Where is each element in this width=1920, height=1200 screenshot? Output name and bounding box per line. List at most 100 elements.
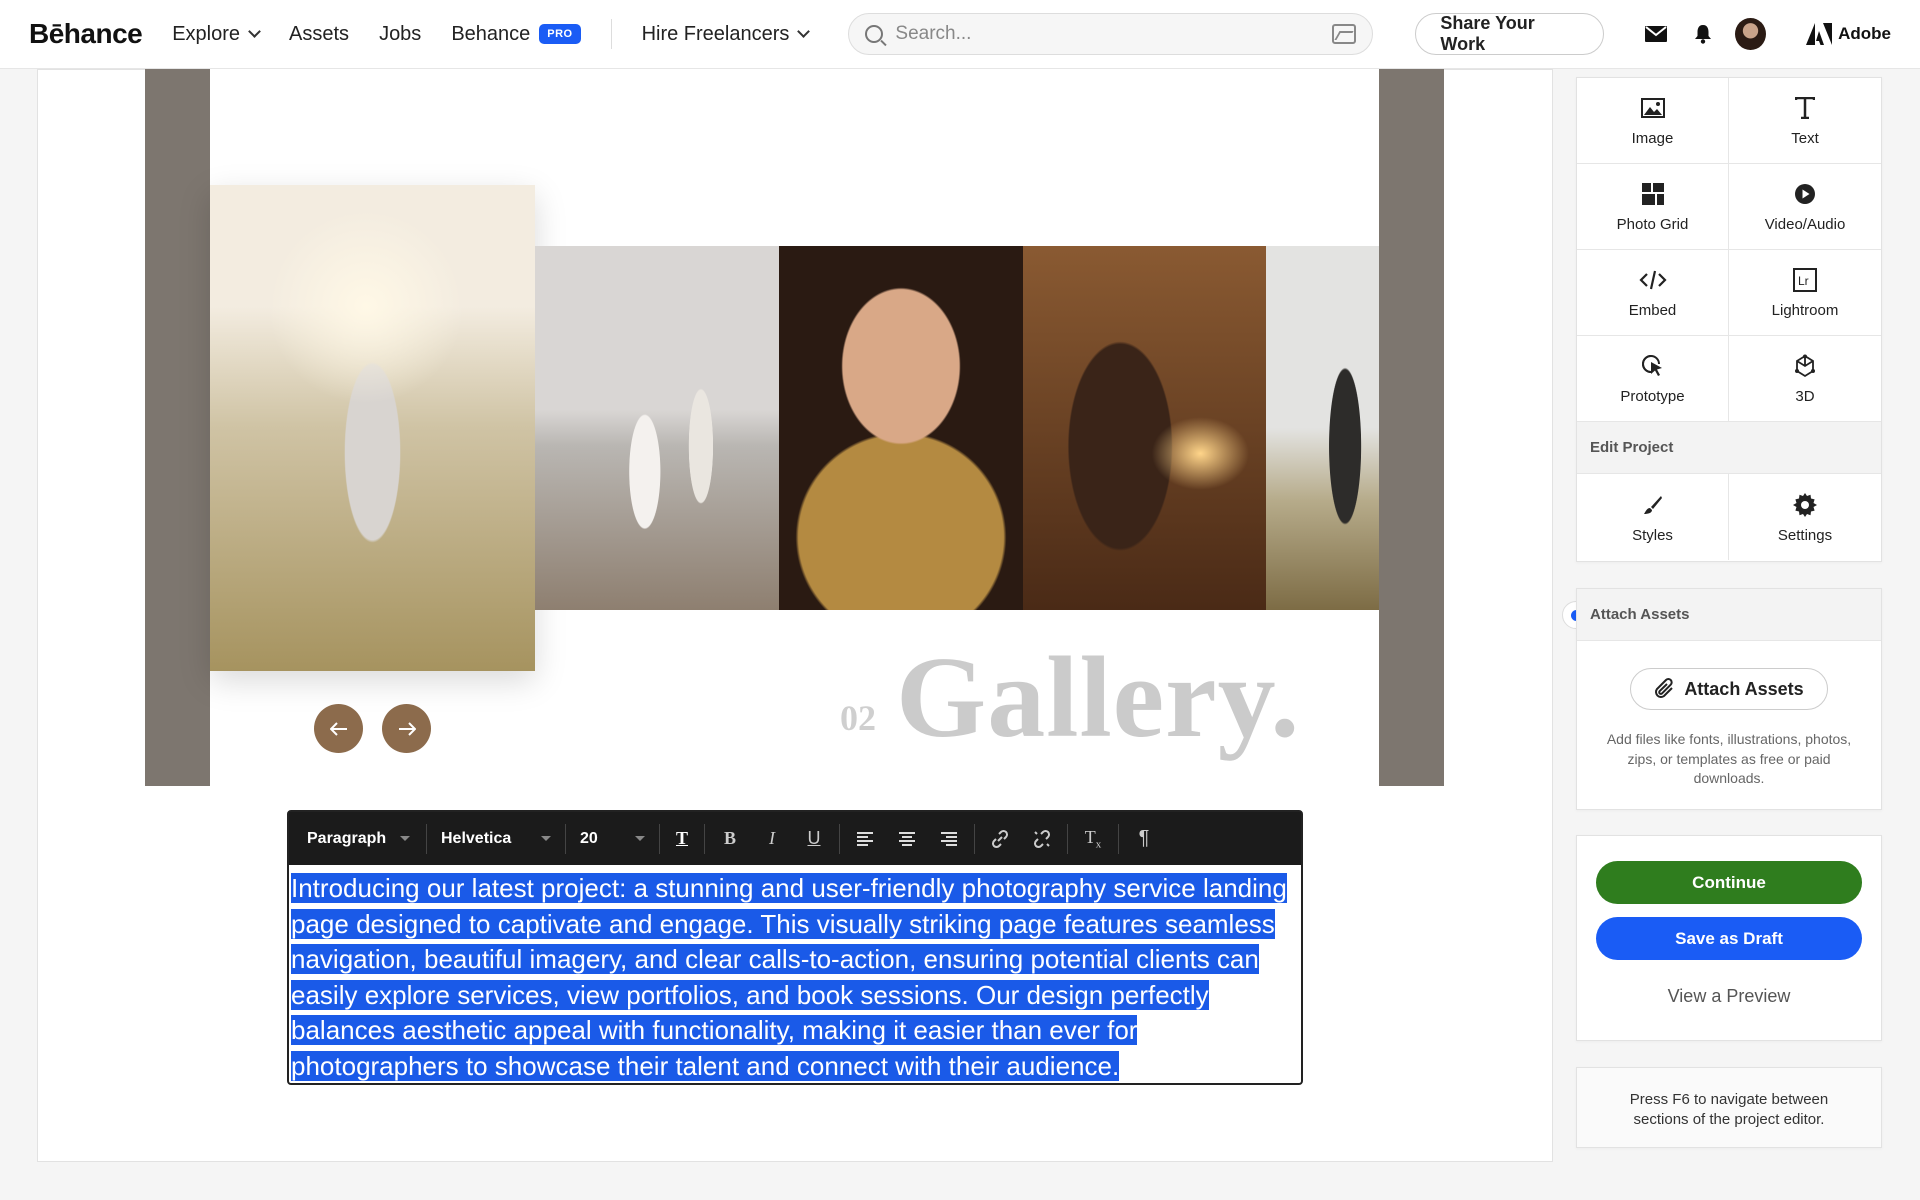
text-toolbar: Paragraph Helvetica 20 T B I U Tx ¶ bbox=[289, 812, 1301, 865]
keyboard-hint-card: Press F6 to navigate between sections of… bbox=[1576, 1067, 1882, 1148]
paperclip-icon bbox=[1655, 678, 1674, 698]
nav-behance-pro[interactable]: Behance PRO bbox=[451, 22, 581, 46]
block-type-select[interactable]: Paragraph bbox=[297, 812, 422, 865]
view-preview-link[interactable]: View a Preview bbox=[1577, 986, 1881, 1007]
behance-logo[interactable]: Bēhance bbox=[29, 18, 143, 50]
caret-down-icon bbox=[635, 836, 645, 841]
paragraph-text[interactable]: Introducing our latest project: a stunni… bbox=[289, 865, 1301, 1084]
tool-label: Prototype bbox=[1620, 388, 1685, 405]
add-content-panel: Image Text Photo Grid Video/Audio Embed … bbox=[1576, 77, 1882, 562]
underline-icon[interactable]: U bbox=[793, 812, 835, 865]
adobe-label: Adobe bbox=[1838, 24, 1891, 43]
text-icon bbox=[1795, 94, 1815, 122]
nav-behance-label: Behance bbox=[451, 22, 531, 45]
attach-assets-card: Attach Assets Attach Assets Add files li… bbox=[1576, 588, 1882, 810]
align-center-icon[interactable] bbox=[886, 812, 928, 865]
link-icon[interactable] bbox=[979, 812, 1021, 865]
save-draft-button[interactable]: Save as Draft bbox=[1596, 917, 1862, 960]
arrow-left-icon bbox=[329, 721, 347, 736]
tool-label: Photo Grid bbox=[1616, 216, 1689, 233]
bold-icon[interactable]: B bbox=[709, 812, 751, 865]
nav-explore[interactable]: Explore bbox=[172, 22, 261, 46]
party-photo bbox=[1023, 246, 1266, 610]
nav-jobs[interactable]: Jobs bbox=[379, 23, 421, 46]
attach-assets-button[interactable]: Attach Assets bbox=[1630, 668, 1828, 710]
tool-text[interactable]: Text bbox=[1729, 78, 1881, 164]
italic-icon[interactable]: I bbox=[751, 812, 793, 865]
font-size-select[interactable]: 20 bbox=[570, 812, 655, 865]
toolbar-divider bbox=[839, 823, 840, 854]
search-icon bbox=[865, 25, 884, 43]
nav-assets[interactable]: Assets bbox=[289, 23, 349, 46]
toolbar-divider bbox=[565, 823, 566, 854]
paragraph-direction-icon[interactable]: ¶ bbox=[1123, 812, 1165, 865]
nav-explore-label: Explore bbox=[172, 22, 241, 45]
image-search-icon[interactable] bbox=[1332, 24, 1357, 44]
attach-assets-label: Attach Assets bbox=[1684, 678, 1804, 699]
toolbar-divider bbox=[1067, 823, 1068, 854]
brush-icon bbox=[1643, 491, 1663, 519]
edit-project-header: Edit Project bbox=[1577, 422, 1881, 474]
settings-label: Settings bbox=[1777, 526, 1833, 544]
nav-hire-freelancers[interactable]: Hire Freelancers bbox=[641, 22, 811, 46]
tool-3d[interactable]: 3D bbox=[1729, 336, 1881, 422]
photo-grid-icon bbox=[1641, 180, 1664, 208]
tool-image[interactable]: Image bbox=[1577, 78, 1729, 164]
gear-icon bbox=[1793, 491, 1817, 519]
caret-down-icon bbox=[541, 836, 551, 841]
caret-down-icon bbox=[400, 836, 411, 841]
clear-format-icon[interactable]: Tx bbox=[1072, 812, 1114, 865]
tool-embed[interactable]: Embed bbox=[1577, 250, 1729, 336]
font-family-value: Helvetica bbox=[441, 829, 512, 847]
tool-label: Video/Audio bbox=[1764, 216, 1846, 233]
lightroom-icon: Lr bbox=[1793, 266, 1817, 294]
tool-photo-grid[interactable]: Photo Grid bbox=[1577, 164, 1729, 250]
search-input[interactable]: Search... bbox=[848, 13, 1374, 55]
styles-button[interactable]: Styles bbox=[1577, 474, 1729, 560]
attach-assets-description: Add files like fonts, illustrations, pho… bbox=[1606, 731, 1852, 786]
text-color-icon[interactable]: T bbox=[664, 812, 700, 865]
user-avatar[interactable] bbox=[1735, 18, 1767, 50]
toolbar-divider bbox=[1118, 823, 1119, 854]
toolbar-divider bbox=[426, 823, 427, 854]
3d-icon bbox=[1793, 352, 1817, 380]
mail-icon[interactable] bbox=[1644, 21, 1669, 47]
nav-divider bbox=[610, 19, 612, 49]
text-editor[interactable]: Paragraph Helvetica 20 T B I U Tx ¶ Intr… bbox=[287, 810, 1303, 1085]
nav-hire-label: Hire Freelancers bbox=[641, 22, 790, 45]
tool-label: Embed bbox=[1628, 302, 1677, 319]
tool-video-audio[interactable]: Video/Audio bbox=[1729, 164, 1881, 250]
gallery-prev-button[interactable] bbox=[314, 704, 363, 753]
align-left-icon[interactable] bbox=[844, 812, 886, 865]
notification-bell-icon[interactable] bbox=[1690, 21, 1715, 47]
gallery-title: Gallery. bbox=[896, 634, 1301, 762]
font-family-select[interactable]: Helvetica bbox=[431, 812, 561, 865]
settings-button[interactable]: Settings bbox=[1729, 474, 1881, 560]
tool-lightroom[interactable]: Lr Lightroom bbox=[1729, 250, 1881, 336]
selected-text: Introducing our latest project: a stunni… bbox=[291, 873, 1287, 1081]
edit-project-grid: Styles Settings bbox=[1577, 474, 1881, 560]
attach-assets-header: Attach Assets bbox=[1577, 589, 1881, 641]
image-icon bbox=[1640, 94, 1665, 122]
code-icon bbox=[1638, 266, 1667, 294]
share-your-work-button[interactable]: Share Your Work bbox=[1415, 13, 1604, 55]
align-right-icon[interactable] bbox=[928, 812, 970, 865]
adobe-logo-icon bbox=[1806, 23, 1833, 45]
publish-card: Continue Save as Draft View a Preview bbox=[1576, 835, 1882, 1041]
chevron-down-icon bbox=[248, 25, 261, 38]
prototype-icon bbox=[1641, 352, 1665, 380]
tool-prototype[interactable]: Prototype bbox=[1577, 336, 1729, 422]
gallery-next-button[interactable] bbox=[382, 704, 431, 753]
font-size-value: 20 bbox=[580, 829, 598, 847]
adobe-link[interactable]: Adobe bbox=[1806, 23, 1891, 45]
svg-text:Lr: Lr bbox=[1798, 274, 1809, 288]
toolbar-divider bbox=[704, 823, 705, 854]
tool-label: Image bbox=[1631, 130, 1674, 147]
maternity-photo bbox=[210, 185, 535, 671]
pro-badge: PRO bbox=[539, 24, 581, 44]
chevron-down-icon bbox=[797, 25, 811, 38]
tool-label: Lightroom bbox=[1771, 302, 1839, 319]
continue-button[interactable]: Continue bbox=[1596, 861, 1862, 904]
unlink-icon[interactable] bbox=[1021, 812, 1063, 865]
newborn-photo bbox=[779, 246, 1023, 610]
